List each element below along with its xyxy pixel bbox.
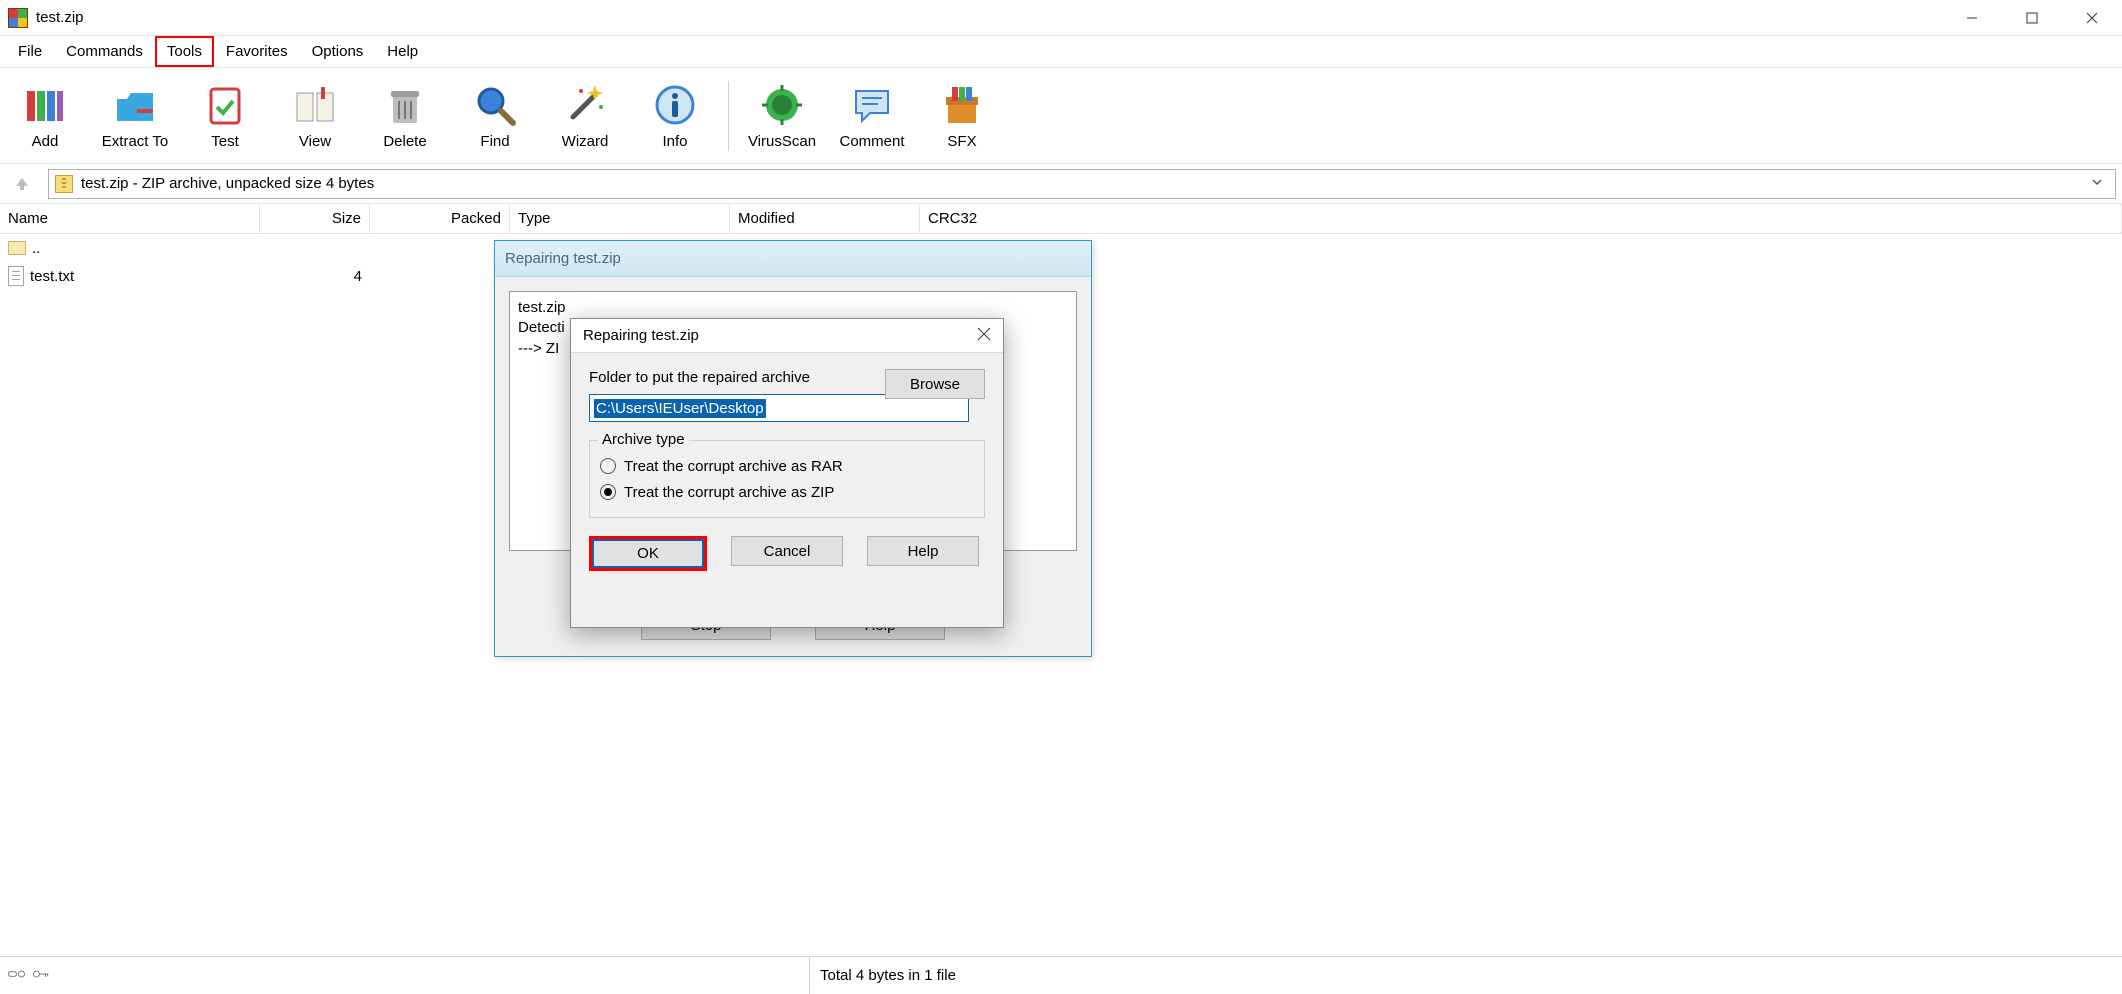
menu-file[interactable]: File bbox=[6, 36, 54, 67]
sfx-box-icon bbox=[938, 81, 986, 129]
window-titlebar: test.zip bbox=[0, 0, 2122, 36]
magnifier-icon bbox=[471, 81, 519, 129]
maximize-button[interactable] bbox=[2002, 0, 2062, 36]
address-text: test.zip - ZIP archive, unpacked size 4 … bbox=[81, 175, 374, 192]
address-bar: test.zip - ZIP archive, unpacked size 4 … bbox=[0, 164, 2122, 204]
repair-help-button[interactable]: Help bbox=[867, 536, 979, 566]
repair-path-value: C:\Users\IEUser\Desktop bbox=[594, 399, 766, 418]
info-icon bbox=[651, 81, 699, 129]
toolbar-comment-label: Comment bbox=[839, 133, 904, 150]
wand-icon bbox=[561, 81, 609, 129]
trash-icon bbox=[381, 81, 429, 129]
column-type[interactable]: Type bbox=[510, 204, 730, 233]
column-name[interactable]: Name bbox=[0, 204, 260, 233]
toolbar-extract-label: Extract To bbox=[102, 133, 168, 150]
folder-extract-icon bbox=[111, 81, 159, 129]
progress-dialog-title: Repairing test.zip bbox=[495, 241, 1091, 277]
toolbar-info-label: Info bbox=[662, 133, 687, 150]
toolbar-find[interactable]: Find bbox=[450, 68, 540, 164]
address-field[interactable]: test.zip - ZIP archive, unpacked size 4 … bbox=[48, 169, 2116, 199]
toolbar-view[interactable]: View bbox=[270, 68, 360, 164]
radio-treat-as-zip[interactable]: Treat the corrupt archive as ZIP bbox=[600, 479, 974, 505]
ok-button[interactable]: OK bbox=[592, 539, 704, 568]
menu-help[interactable]: Help bbox=[375, 36, 430, 67]
repair-dialog-close-button[interactable] bbox=[977, 327, 991, 345]
radio-zip-label: Treat the corrupt archive as ZIP bbox=[624, 484, 834, 501]
status-total: Total 4 bytes in 1 file bbox=[810, 967, 2122, 984]
file-size: 4 bbox=[260, 268, 370, 285]
winrar-app-icon bbox=[8, 8, 28, 28]
toolbar-divider bbox=[728, 81, 729, 151]
toolbar-comment[interactable]: Comment bbox=[827, 68, 917, 164]
clipboard-check-icon bbox=[201, 81, 249, 129]
toolbar-sfx[interactable]: SFX bbox=[917, 68, 1007, 164]
toolbar-extract[interactable]: Extract To bbox=[90, 68, 180, 164]
virus-scan-icon bbox=[758, 81, 806, 129]
key-status-icon bbox=[32, 967, 50, 984]
radio-rar-label: Treat the corrupt archive as RAR bbox=[624, 458, 843, 475]
main-toolbar: Add Extract To Test View Delete Find W bbox=[0, 68, 2122, 164]
menu-commands[interactable]: Commands bbox=[54, 36, 155, 67]
toolbar-find-label: Find bbox=[480, 133, 509, 150]
menu-options[interactable]: Options bbox=[300, 36, 376, 67]
column-size[interactable]: Size bbox=[260, 204, 370, 233]
toolbar-wizard-label: Wizard bbox=[562, 133, 609, 150]
toolbar-test[interactable]: Test bbox=[180, 68, 270, 164]
browse-button[interactable]: Browse bbox=[885, 369, 985, 399]
lock-status-icon bbox=[8, 967, 26, 984]
column-packed[interactable]: Packed bbox=[370, 204, 510, 233]
close-button[interactable] bbox=[2062, 0, 2122, 36]
minimize-button[interactable] bbox=[1942, 0, 2002, 36]
cancel-button[interactable]: Cancel bbox=[731, 536, 843, 566]
archive-type-legend: Archive type bbox=[598, 431, 689, 448]
toolbar-virusscan[interactable]: VirusScan bbox=[737, 68, 827, 164]
comment-icon bbox=[848, 81, 896, 129]
up-button[interactable] bbox=[6, 168, 38, 200]
toolbar-virusscan-label: VirusScan bbox=[748, 133, 816, 150]
books-add-icon bbox=[21, 81, 69, 129]
toolbar-info[interactable]: Info bbox=[630, 68, 720, 164]
file-name: .. bbox=[32, 240, 40, 257]
column-modified[interactable]: Modified bbox=[730, 204, 920, 233]
status-bar: Total 4 bytes in 1 file bbox=[0, 956, 2122, 994]
toolbar-sfx-label: SFX bbox=[947, 133, 976, 150]
menu-tools[interactable]: Tools bbox=[155, 36, 214, 67]
toolbar-add-label: Add bbox=[32, 133, 59, 150]
window-title: test.zip bbox=[36, 9, 84, 26]
repair-dialog-title: Repairing test.zip bbox=[583, 327, 699, 344]
ok-button-highlight: OK bbox=[589, 536, 707, 571]
address-dropdown-icon[interactable] bbox=[2085, 175, 2109, 192]
file-list-header: Name Size Packed Type Modified CRC32 bbox=[0, 204, 2122, 234]
toolbar-add[interactable]: Add bbox=[0, 68, 90, 164]
text-file-icon bbox=[8, 266, 24, 286]
archive-type-group: Archive type Treat the corrupt archive a… bbox=[589, 440, 985, 518]
book-open-icon bbox=[291, 81, 339, 129]
repair-dialog: Repairing test.zip Browse Folder to put … bbox=[570, 318, 1004, 628]
folder-up-icon bbox=[8, 241, 26, 255]
file-name: test.txt bbox=[30, 268, 74, 285]
column-crc[interactable]: CRC32 bbox=[920, 204, 2122, 233]
zip-archive-icon bbox=[55, 175, 73, 193]
toolbar-delete[interactable]: Delete bbox=[360, 68, 450, 164]
menu-favorites[interactable]: Favorites bbox=[214, 36, 300, 67]
toolbar-view-label: View bbox=[299, 133, 331, 150]
toolbar-delete-label: Delete bbox=[383, 133, 426, 150]
radio-treat-as-rar[interactable]: Treat the corrupt archive as RAR bbox=[600, 453, 974, 479]
toolbar-wizard[interactable]: Wizard bbox=[540, 68, 630, 164]
menu-bar: File Commands Tools Favorites Options He… bbox=[0, 36, 2122, 68]
toolbar-test-label: Test bbox=[211, 133, 239, 150]
